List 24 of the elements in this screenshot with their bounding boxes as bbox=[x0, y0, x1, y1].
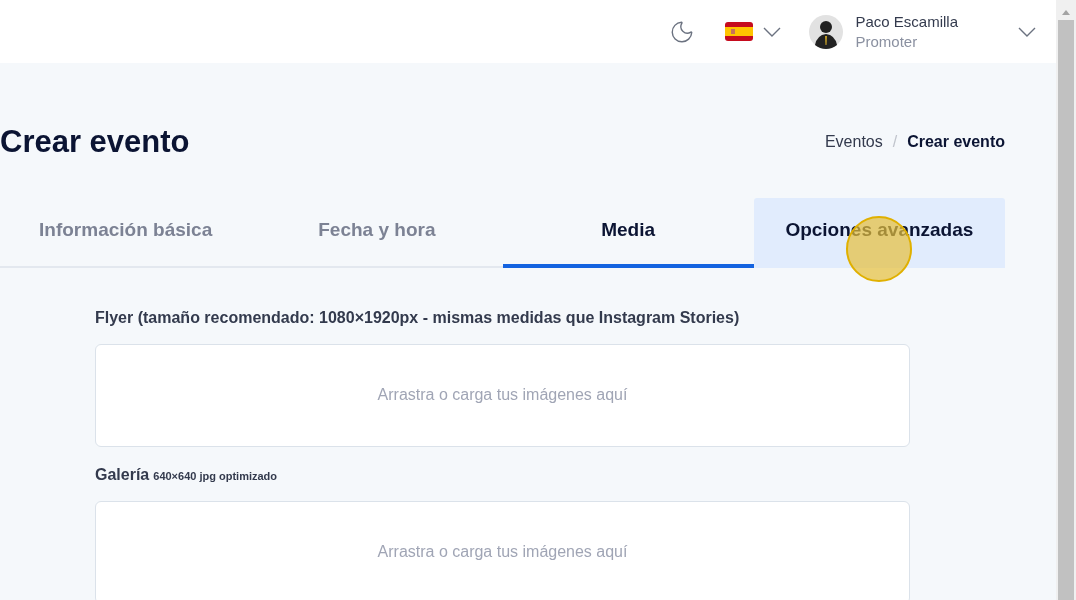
scrollbar-thumb[interactable] bbox=[1058, 20, 1074, 600]
upload-hint: 640×640 jpg optimizado bbox=[153, 468, 278, 484]
dropzone-text: Arrastra o carga tus imágenes aquí bbox=[377, 542, 628, 562]
breadcrumb-current: Crear evento bbox=[907, 132, 1005, 153]
language-selector[interactable] bbox=[725, 22, 782, 41]
chevron-down-icon bbox=[763, 26, 782, 37]
upload-label: Galería bbox=[95, 464, 150, 485]
page-title: Crear evento bbox=[0, 123, 190, 161]
breadcrumb-separator: / bbox=[892, 132, 898, 153]
chevron-down-icon bbox=[1018, 26, 1036, 37]
tab[interactable]: Fecha y hora bbox=[251, 197, 503, 268]
avatar-icon bbox=[809, 14, 844, 49]
breadcrumb-link[interactable]: Eventos bbox=[824, 130, 883, 155]
user-menu[interactable]: Paco Escamilla Promoter bbox=[809, 11, 1036, 52]
user-name: Paco Escamilla bbox=[855, 11, 958, 32]
user-role: Promoter bbox=[855, 31, 918, 52]
scroll-up-icon bbox=[1061, 8, 1071, 16]
image-dropzone[interactable]: Arrastra o carga tus imágenes aquí bbox=[95, 343, 910, 447]
dropzone-text: Arrastra o carga tus imágenes aquí bbox=[377, 385, 628, 405]
upload-label: Flyer (tamaño recomendado: 1080×1920px - mismas medidas que Instagram Stories) bbox=[95, 307, 740, 328]
tab[interactable]: Información básica bbox=[0, 197, 252, 268]
image-dropzone[interactable]: Arrastra o carga tus imágenes aquí bbox=[95, 500, 910, 600]
spain-flag-icon bbox=[725, 22, 754, 41]
scrollbar[interactable] bbox=[1056, 0, 1076, 600]
